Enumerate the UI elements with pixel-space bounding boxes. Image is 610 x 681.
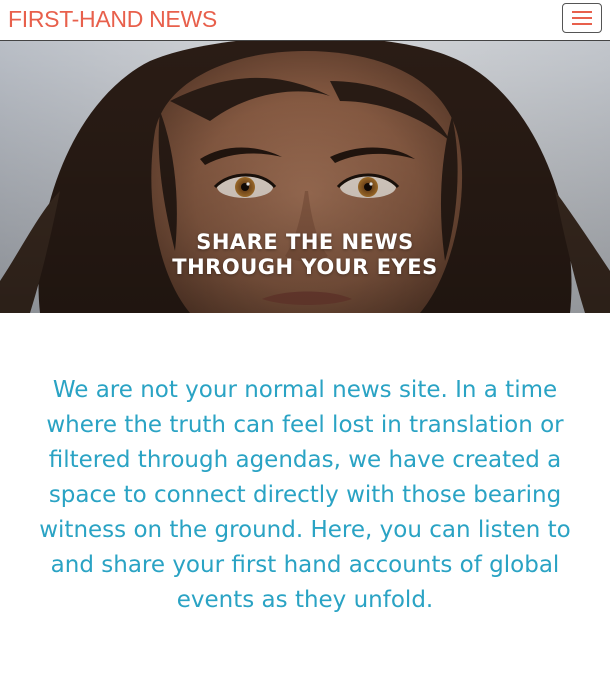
hero-headline: SHARE THE NEWS THROUGH YOUR EYES [0,230,610,280]
menu-toggle-button[interactable] [562,3,602,33]
hamburger-menu-icon-bar-2 [572,17,592,19]
hero-headline-line-2: THROUGH YOUR EYES [172,255,438,279]
hamburger-menu-icon-bar-3 [572,23,592,25]
intro-paragraph: We are not your normal news site. In a t… [39,377,571,613]
hero-headline-line-1: SHARE THE NEWS [196,230,414,254]
navbar: FIRST-HAND NEWS [0,0,610,41]
hero-banner: SHARE THE NEWS THROUGH YOUR EYES [0,41,610,313]
hamburger-menu-icon [572,11,592,13]
brand-logo-link[interactable]: FIRST-HAND NEWS [8,6,217,32]
